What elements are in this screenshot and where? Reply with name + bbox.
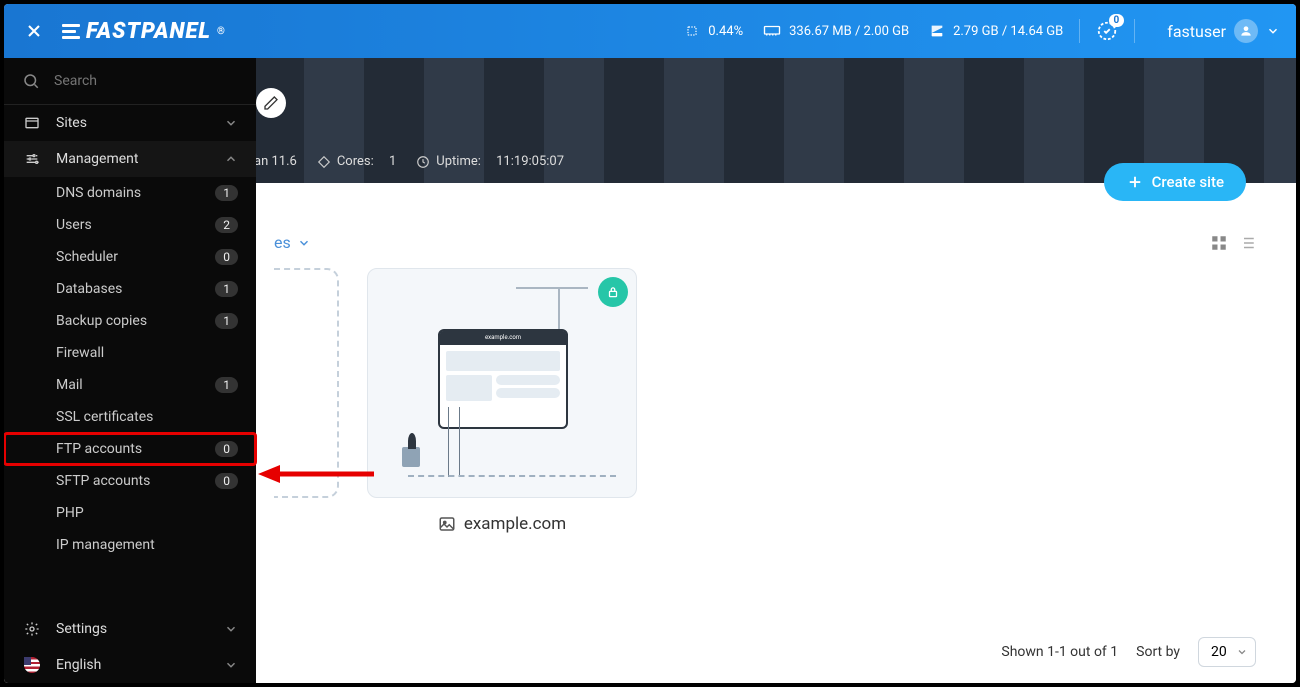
list-view-button[interactable] [1238,234,1256,252]
user-menu[interactable]: fastuser [1167,19,1280,43]
chevron-down-icon [224,116,238,130]
chevron-down-icon [224,658,238,672]
sidebar-subitem-label: FTP accounts [56,441,142,457]
memory-value: 336.67 MB / 2.00 GB [789,24,909,39]
notif-count-badge: 0 [1109,14,1125,27]
count-badge: 0 [215,441,238,457]
site-card[interactable]: example.com [367,268,637,534]
disk-value: 2.79 GB / 14.64 GB [953,24,1063,39]
sidebar-subitem-label: Databases [56,281,122,297]
brand-text: FASTPANEL [86,19,211,44]
sidebar-subitem-label: DNS domains [56,185,141,201]
sidebar-subitem-users[interactable]: Users 2 [4,209,256,241]
sidebar-subitem-dns-domains[interactable]: DNS domains 1 [4,177,256,209]
sidebar-subitem-label: SFTP accounts [56,473,150,489]
sidebar-subitem-label: Backup copies [56,313,147,329]
create-site-button[interactable]: Create site [1104,163,1246,201]
sidebar-item-sites[interactable]: Sites [4,105,256,141]
sidebar-subitem-backup-copies[interactable]: Backup copies 1 [4,305,256,337]
count-badge: 0 [215,249,238,265]
disk-stat: 2.79 GB / 14.64 GB [929,23,1063,39]
sidebar-subitem-label: Mail [56,377,83,393]
sidebar-subitem-mail[interactable]: Mail 1 [4,369,256,401]
close-sidebar-button[interactable] [20,17,48,45]
close-icon [24,21,44,41]
pencil-icon [263,95,279,111]
sidebar-subitem-php[interactable]: PHP [4,497,256,529]
management-subitems: DNS domains1Users2Scheduler0Databases1Ba… [4,177,256,561]
uptime-stat: Uptime: 11:19:05:07 [416,154,564,169]
logo-bars-icon [62,24,80,39]
sidebar-subitem-label: Users [56,217,92,233]
brand-logo[interactable]: FASTPANEL® [62,19,226,44]
diamond-icon [317,155,331,169]
empty-site-card[interactable] [274,268,339,498]
chevron-up-icon [224,152,238,166]
header: FASTPANEL® 0.44% 336.67 MB / 2.00 GB 2.7… [4,4,1296,58]
gear-icon [22,621,42,637]
chevron-down-icon [224,622,238,636]
count-badge: 2 [215,217,238,233]
clock-icon [416,155,430,169]
cores-stat: Cores: 1 [317,154,396,169]
cpu-icon [684,23,700,39]
sidebar-item-settings[interactable]: Settings [4,611,256,647]
avatar [1234,19,1258,43]
disk-icon [929,23,945,39]
sort-select[interactable]: 20 [1198,637,1256,667]
sidebar-subitem-ftp-accounts[interactable]: FTP accounts 0 [4,433,256,465]
sidebar-item-label: English [56,657,101,673]
chevron-down-icon [297,236,311,250]
sidebar-subitem-firewall[interactable]: Firewall [4,337,256,369]
list-icon [1238,234,1256,252]
grid-icon [1210,234,1228,252]
sidebar-subitem-label: IP management [56,537,155,553]
cpu-stat: 0.44% [684,23,743,39]
sliders-icon [22,151,42,167]
cpu-value: 0.44% [708,24,743,39]
memory-stat: 336.67 MB / 2.00 GB [763,24,909,39]
search-input[interactable] [54,73,238,89]
count-badge: 1 [215,377,238,393]
chevron-down-icon [1266,24,1280,38]
count-badge: 1 [215,185,238,201]
sidebar-subitem-ssl-certificates[interactable]: SSL certificates [4,401,256,433]
sidebar-subitem-ip-management[interactable]: IP management [4,529,256,561]
grid-view-button[interactable] [1210,234,1228,252]
sidebar-item-label: Management [56,151,138,167]
sidebar: Sites Management DNS domains 1 Users 2 Sched… [4,58,256,683]
notifications-button[interactable]: 0 [1096,20,1118,42]
sidebar-subitem-databases[interactable]: Databases 1 [4,273,256,305]
sidebar-item-language[interactable]: English [4,647,256,683]
sort-label: Sort by [1136,644,1180,660]
sidebar-subitem-label: Scheduler [56,249,118,265]
sidebar-item-label: Settings [56,621,107,637]
sidebar-subitem-scheduler[interactable]: Scheduler 0 [4,241,256,273]
count-badge: 0 [215,473,238,489]
flag-us-icon [22,657,42,673]
memory-icon [763,24,781,38]
os-stat: an 11.6 [254,154,297,169]
username: fastuser [1167,22,1226,41]
image-icon [438,515,456,533]
sidebar-subitem-sftp-accounts[interactable]: SFTP accounts 0 [4,465,256,497]
sidebar-subitem-label: PHP [56,505,84,521]
count-badge: 1 [215,313,238,329]
count-badge: 1 [215,281,238,297]
shown-count: Shown 1-1 out of 1 [1001,644,1118,660]
sidebar-subitem-label: SSL certificates [56,409,153,425]
filter-dropdown[interactable]: es [274,233,311,252]
search-icon [22,72,40,90]
window-icon [22,115,42,131]
site-mock-illustration: example.com [368,269,636,497]
site-domain: example.com [464,514,566,534]
plus-icon [1126,173,1144,191]
sidebar-item-label: Sites [56,115,87,131]
edit-hero-button[interactable] [256,88,286,118]
sidebar-item-management[interactable]: Management [4,141,256,177]
sidebar-subitem-label: Firewall [56,345,104,361]
